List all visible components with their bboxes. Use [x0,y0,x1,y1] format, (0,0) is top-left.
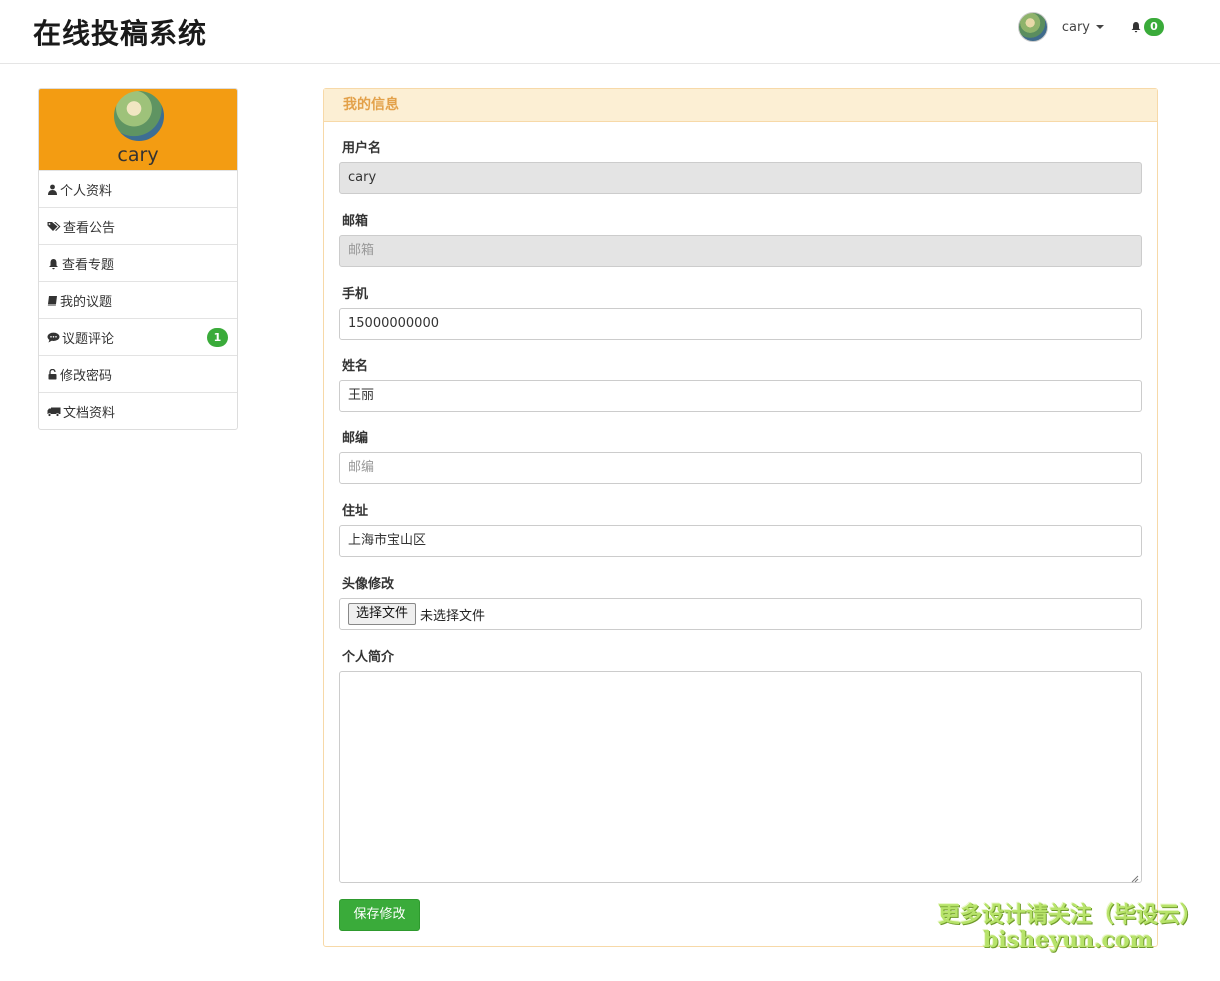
avatar-group: 头像修改 选择文件 未选择文件 [339,573,1142,630]
bio-group: 个人简介 [339,646,1142,883]
comment-icon [47,332,60,343]
notifications-button[interactable]: 0 [1130,18,1164,36]
notification-badge: 0 [1144,18,1164,36]
watermark-line1: 更多设计请关注（毕设云） [938,903,1203,928]
username-group: 用户名 cary [339,137,1142,194]
name-label: 姓名 [342,359,369,374]
address-label: 住址 [342,504,369,519]
avatar-file-input[interactable]: 选择文件 未选择文件 [339,598,1142,630]
sidebar-item-announcements[interactable]: 查看公告 [39,207,237,244]
top-navbar: 在线投稿系统 cary 0 [0,0,1220,64]
sidebar-item-documents[interactable]: 文档资料 [39,392,237,429]
sidebar-item-label: 议题评论 [62,331,115,347]
sidebar-item-profile[interactable]: 个人资料 [39,170,237,207]
choose-file-button[interactable]: 选择文件 [348,603,417,625]
sidebar-item-label: 修改密码 [60,368,113,384]
postcode-group: 邮编 邮编 [339,427,1142,484]
phone-input[interactable]: 15000000000 [339,308,1142,340]
profile-header: cary [39,89,237,170]
postcode-label: 邮编 [342,431,369,446]
avatar[interactable] [1017,12,1048,42]
sidebar-item-label: 个人资料 [60,183,113,199]
profile-name: cary [117,144,159,166]
username-label: cary [1061,19,1090,35]
watermark: 更多设计请关注（毕设云） bisheyun.com [938,903,1203,954]
username-label: 用户名 [342,141,382,156]
sidebar-item-my-topics[interactable]: 我的议题 [39,281,237,318]
address-group: 住址 上海市宝山区 [339,500,1142,557]
email-input[interactable]: 邮箱 [339,235,1142,267]
resize-grip-icon[interactable] [1131,872,1139,883]
name-input[interactable]: 王丽 [339,380,1142,412]
profile-avatar [114,91,164,141]
sidebar: cary 个人资料 查看公告 查看专题 我的议题 议题评论 1 修改密码 文档资… [38,88,238,430]
phone-group: 手机 15000000000 [339,283,1142,340]
site-brand[interactable]: 在线投稿系统 [33,12,207,52]
watermark-line2: bisheyun.com [983,927,1153,954]
bell-icon [1130,21,1142,33]
sidebar-item-label: 我的议题 [60,294,113,310]
bell-icon [47,258,60,269]
bio-label: 个人简介 [342,650,395,665]
email-group: 邮箱 邮箱 [339,210,1142,267]
email-label: 邮箱 [342,214,369,229]
comments-badge: 1 [207,328,228,347]
name-group: 姓名 王丽 [339,355,1142,412]
file-status: 未选择文件 [420,608,486,624]
sidebar-item-label: 查看专题 [62,257,115,273]
postcode-input[interactable]: 邮编 [339,452,1142,484]
avatar-label: 头像修改 [342,577,395,592]
top-right-area: cary 0 [1017,10,1164,44]
caret-down-icon [1096,25,1104,29]
panel-title: 我的信息 [324,89,1157,122]
phone-label: 手机 [342,287,369,302]
sidebar-item-label: 文档资料 [63,405,116,421]
sidebar-item-change-password[interactable]: 修改密码 [39,355,237,392]
bio-textarea[interactable] [339,671,1142,883]
book-icon [47,295,58,306]
unlock-icon [47,368,58,380]
truck-icon [47,406,61,417]
username-input[interactable]: cary [339,162,1142,194]
address-input[interactable]: 上海市宝山区 [339,525,1142,557]
save-button[interactable]: 保存修改 [339,899,420,931]
my-info-panel: 我的信息 用户名 cary 邮箱 邮箱 手机 15000000000 姓名 王丽… [323,88,1158,947]
sidebar-item-comments[interactable]: 议题评论 1 [39,318,237,355]
tags-icon [47,221,61,232]
user-icon [47,184,58,195]
sidebar-item-label: 查看公告 [63,220,116,236]
user-dropdown[interactable]: cary [1062,20,1104,35]
sidebar-item-topics[interactable]: 查看专题 [39,244,237,281]
